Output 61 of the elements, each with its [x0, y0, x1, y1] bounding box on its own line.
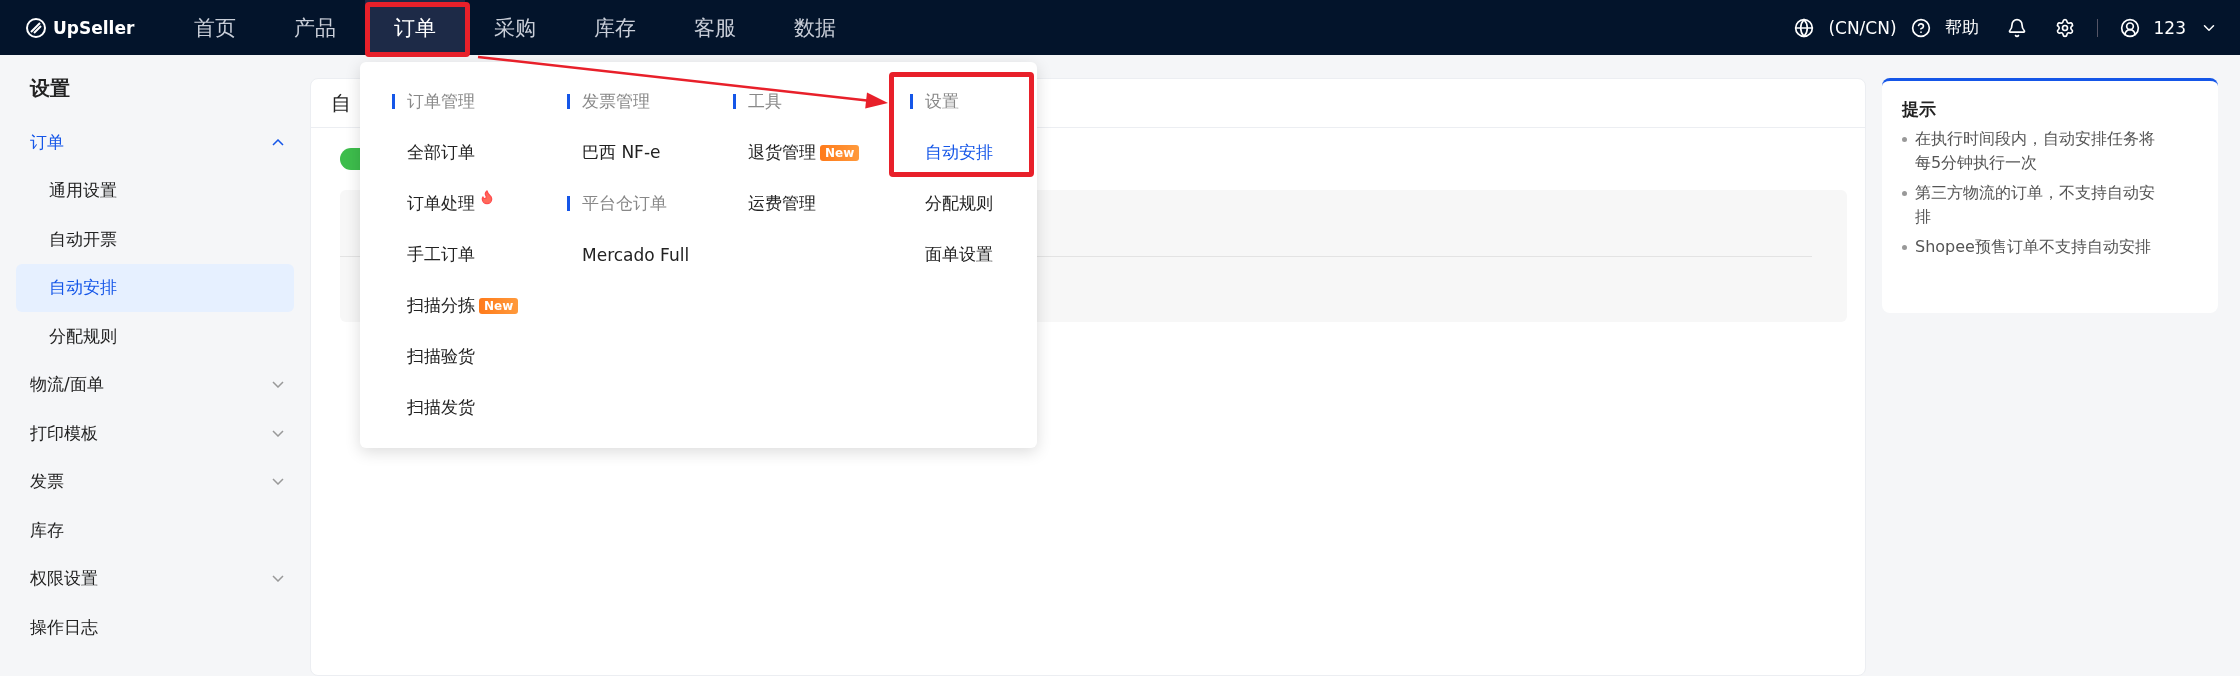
avatar-icon[interactable] — [2119, 17, 2140, 38]
nav-tab[interactable]: 数据 — [765, 0, 865, 55]
menu-item[interactable]: 全部订单 — [407, 141, 475, 164]
menu-item[interactable]: 扫描分拣 — [407, 294, 475, 317]
help-icon[interactable] — [1910, 17, 1931, 38]
sidebar-item[interactable]: 权限设置 — [16, 554, 294, 603]
menu-item[interactable]: 扫描验货 — [407, 345, 475, 368]
sidebar-item[interactable]: 订单 — [16, 118, 294, 167]
logo-icon — [25, 16, 47, 39]
tip-text: 在执行时间段内，自动安排任务将每5分钟执行一次 — [1915, 128, 2156, 174]
tip-text: 第三方物流的订单，不支持自动安排 — [1915, 182, 2156, 228]
bullet-icon — [1902, 245, 1907, 250]
tip-text: Shopee预售订单不支持自动安排 — [1915, 236, 2151, 258]
menu-item[interactable]: 自动安排 — [925, 141, 993, 164]
nav-tab[interactable]: 产品 — [265, 0, 365, 55]
sidebar-item[interactable]: 打印模板 — [16, 409, 294, 458]
help-link[interactable]: 帮助 — [1944, 16, 1979, 39]
sidebar-item[interactable]: 库存 — [16, 506, 294, 555]
sidebar-subitem[interactable]: 分配规则 — [16, 312, 294, 361]
bullet-icon — [1902, 137, 1907, 142]
new-badge: New — [820, 144, 860, 161]
sidebar-title: 设置 — [28, 75, 71, 102]
nav-tab[interactable]: 库存 — [565, 0, 665, 55]
chevron-down-icon — [272, 429, 284, 437]
menu-heading: 订单管理 — [407, 90, 475, 113]
menu-heading: 工具 — [748, 90, 782, 113]
menu-heading: 设置 — [925, 90, 959, 113]
sidebar-item[interactable]: 物流/面单 — [16, 360, 294, 409]
logo-text: UpSeller — [53, 17, 135, 38]
menu-item[interactable]: Mercado Full — [582, 244, 690, 265]
nav-tab[interactable]: 采购 — [465, 0, 565, 55]
sidebar-subitem[interactable]: 自动安排 — [16, 263, 294, 312]
nav-tab[interactable]: 客服 — [665, 0, 765, 55]
menu-item[interactable]: 手工订单 — [407, 243, 475, 266]
menu-item[interactable]: 退货管理 — [748, 141, 816, 164]
sidebar-item[interactable]: 发票 — [16, 457, 294, 506]
nav-tab[interactable]: 首页 — [165, 0, 265, 55]
chevron-down-icon — [272, 478, 284, 486]
menu-heading: 平台仓订单 — [582, 192, 667, 215]
menu-heading: 发票管理 — [582, 90, 650, 113]
menu-item[interactable]: 巴西 NF-e — [582, 141, 661, 164]
globe-icon[interactable] — [1794, 17, 1815, 38]
sidebar-item[interactable]: 操作日志 — [16, 603, 294, 652]
page-title: 自 — [331, 89, 351, 117]
sidebar-subitem[interactable]: 自动开票 — [16, 215, 294, 264]
menu-item[interactable]: 订单处理 — [407, 192, 475, 215]
chevron-up-icon — [272, 138, 284, 146]
language-label[interactable]: (CN/CN) — [1828, 17, 1897, 38]
user-name[interactable]: 123 — [2153, 17, 2186, 38]
bullet-icon — [1902, 191, 1907, 196]
new-badge: New — [479, 297, 519, 314]
menu-item[interactable]: 面单设置 — [925, 243, 993, 266]
sidebar-subitem[interactable]: 通用设置 — [16, 166, 294, 215]
bell-icon[interactable] — [2006, 17, 2027, 38]
chevron-down-icon — [272, 575, 284, 583]
settings-icon[interactable] — [2054, 17, 2075, 38]
menu-item[interactable]: 运费管理 — [748, 192, 816, 215]
menu-item[interactable]: 扫描发货 — [407, 396, 475, 419]
chevron-down-icon — [272, 381, 284, 389]
menu-item[interactable]: 分配规则 — [925, 192, 993, 215]
tips-title: 提示 — [1902, 98, 1937, 121]
